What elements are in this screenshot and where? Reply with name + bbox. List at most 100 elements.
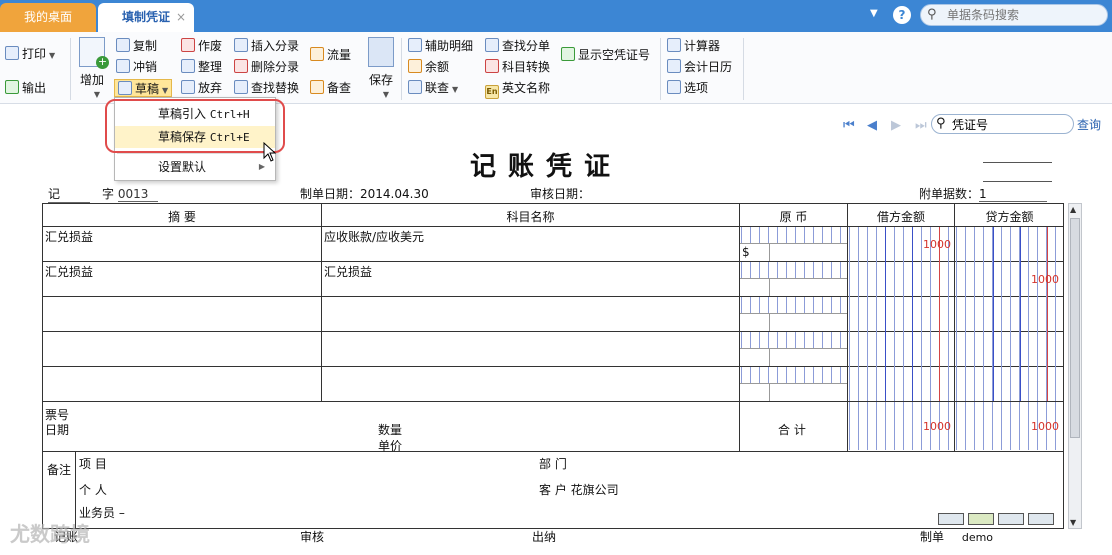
- print-button[interactable]: 打印 ▼: [5, 45, 55, 63]
- draft-button[interactable]: 草稿 ▼: [114, 79, 173, 97]
- aux-detail-button[interactable]: 辅助明细: [408, 37, 473, 55]
- scroll-down-icon[interactable]: ▼: [1070, 518, 1076, 527]
- voucher-number[interactable]: 字 0013: [102, 185, 158, 202]
- remark-label: 备注: [47, 463, 72, 477]
- audit-date-label: 审核日期：: [530, 187, 591, 201]
- chevron-down-icon: ▼: [382, 90, 390, 99]
- voucher-number-value: 0013: [117, 187, 158, 202]
- voucher-table: 摘 要 科目名称 原 币 借方金额 贷方金额 汇兑损益 应收账款/应收美元 $ …: [42, 203, 1064, 529]
- show-empty-voucher-button[interactable]: 显示空凭证号: [561, 46, 650, 64]
- divider: [660, 38, 661, 100]
- balance-label: 余额: [425, 60, 450, 74]
- memo-button[interactable]: 备查: [310, 79, 351, 97]
- currency-ruling: [741, 367, 846, 383]
- tab-fill-voucher[interactable]: 填制凭证 ×: [98, 3, 194, 32]
- tools-icon[interactable]: [998, 513, 1024, 525]
- subject-convert-button[interactable]: 科目转换: [485, 58, 550, 76]
- calculator-button[interactable]: 计算器: [667, 37, 720, 55]
- customer-label: 客 户 花旗公司: [539, 481, 619, 498]
- chevron-down-icon: ▼: [49, 51, 56, 60]
- divider: [740, 313, 847, 314]
- delete-entry-button[interactable]: 删除分录: [234, 58, 299, 76]
- copy-label: 复制: [133, 39, 158, 53]
- options-button[interactable]: 选项: [667, 79, 708, 97]
- divider: [769, 244, 770, 261]
- output-button[interactable]: 输出: [5, 79, 46, 97]
- make-date[interactable]: 制单日期：2014.04.30: [300, 185, 429, 202]
- void-button[interactable]: 作废: [181, 37, 222, 55]
- query-link[interactable]: 查询: [1077, 116, 1101, 133]
- search-icon: ⚲: [936, 116, 946, 131]
- show-empty-label: 显示空凭证号: [578, 48, 651, 62]
- copy-icon: [116, 38, 130, 52]
- discard-button[interactable]: 放弃: [181, 79, 222, 97]
- printer-icon: [5, 46, 19, 60]
- row1-currency[interactable]: $: [742, 245, 750, 259]
- title-bar: 我的桌面 填制凭证 × ▼ ? ⚲: [0, 0, 1112, 32]
- barcode-search-input[interactable]: [947, 7, 1102, 23]
- row1-debit[interactable]: 1000: [923, 238, 951, 251]
- first-page-icon[interactable]: ⏮: [843, 119, 859, 133]
- add-button[interactable]: + 增加 ▼: [76, 37, 109, 99]
- find-entry-button[interactable]: 查找分单: [485, 37, 550, 55]
- save-button[interactable]: 保存 ▼: [366, 37, 396, 99]
- accounting-calendar-button[interactable]: 会计日历: [667, 58, 732, 76]
- reverse-button[interactable]: 冲销: [116, 58, 157, 76]
- row1-summary[interactable]: 汇兑损益: [45, 228, 93, 245]
- link-query-button[interactable]: 联查 ▼: [408, 79, 458, 97]
- date-value: 2014.04.30: [360, 187, 429, 201]
- flow-icon: [310, 47, 324, 61]
- find-replace-button[interactable]: 查找替换: [234, 79, 299, 97]
- row1-subject[interactable]: 应收账款/应收美元: [324, 228, 424, 245]
- row2-credit[interactable]: 1000: [1031, 273, 1059, 286]
- id-icon[interactable]: [968, 513, 994, 525]
- vertical-scrollbar[interactable]: ▲ ▼: [1068, 203, 1082, 529]
- next-page-icon[interactable]: ▶: [891, 119, 907, 133]
- expand-icon[interactable]: [1028, 513, 1054, 525]
- column-summary: 摘 要: [168, 210, 196, 224]
- row2-subject[interactable]: 汇兑损益: [324, 263, 372, 280]
- attach-count-value: 1: [979, 187, 1048, 202]
- tidy-icon: [181, 59, 195, 73]
- scroll-thumb[interactable]: [1070, 218, 1080, 438]
- memo-icon: [310, 80, 324, 94]
- barcode-search: ⚲: [920, 4, 1108, 26]
- close-icon[interactable]: ×: [176, 3, 186, 31]
- voucher-type-value: 记: [48, 185, 90, 203]
- customer-value: 花旗公司: [570, 483, 619, 497]
- tidy-button[interactable]: 整理: [181, 58, 222, 76]
- chevron-down-icon[interactable]: ▼: [870, 8, 878, 19]
- row2-summary[interactable]: 汇兑损益: [45, 263, 93, 280]
- divider: [740, 243, 847, 244]
- previous-page-icon[interactable]: ◀: [867, 119, 883, 133]
- menu-item-set-default[interactable]: 设置默认 ▶: [115, 156, 275, 178]
- divider: [769, 349, 770, 366]
- add-document-icon: +: [79, 37, 109, 69]
- audit-label: 审核: [300, 530, 325, 544]
- draft-label: 草稿: [135, 82, 160, 96]
- void-label: 作废: [198, 39, 223, 53]
- english-name-button[interactable]: En 英文名称: [485, 79, 550, 99]
- help-icon[interactable]: ?: [893, 6, 911, 24]
- chevron-down-icon: ▼: [452, 85, 459, 94]
- scroll-up-icon[interactable]: ▲: [1070, 205, 1076, 214]
- last-page-icon[interactable]: ⏭: [915, 119, 931, 133]
- flow-button[interactable]: 流量: [310, 46, 351, 64]
- insert-entry-button[interactable]: 插入分录: [234, 37, 299, 55]
- voucher-type[interactable]: 记: [48, 185, 90, 203]
- customer-label-text: 客 户: [539, 483, 567, 497]
- cashier-label: 出纳: [532, 530, 557, 544]
- divider: [117, 153, 273, 154]
- find-replace-label: 查找替换: [251, 81, 300, 95]
- attachment-count[interactable]: 附单据数：1: [919, 185, 1048, 202]
- options-icon: [667, 80, 681, 94]
- tab-my-desktop[interactable]: 我的桌面: [0, 3, 96, 32]
- voucher-number-input[interactable]: [952, 117, 1070, 131]
- save-label: 保存: [368, 73, 393, 87]
- tidy-label: 整理: [198, 60, 223, 74]
- card-icon[interactable]: [938, 513, 964, 525]
- divider: [954, 204, 955, 451]
- balance-button[interactable]: 余额: [408, 58, 449, 76]
- copy-button[interactable]: 复制: [116, 37, 157, 55]
- options-label: 选项: [684, 81, 709, 95]
